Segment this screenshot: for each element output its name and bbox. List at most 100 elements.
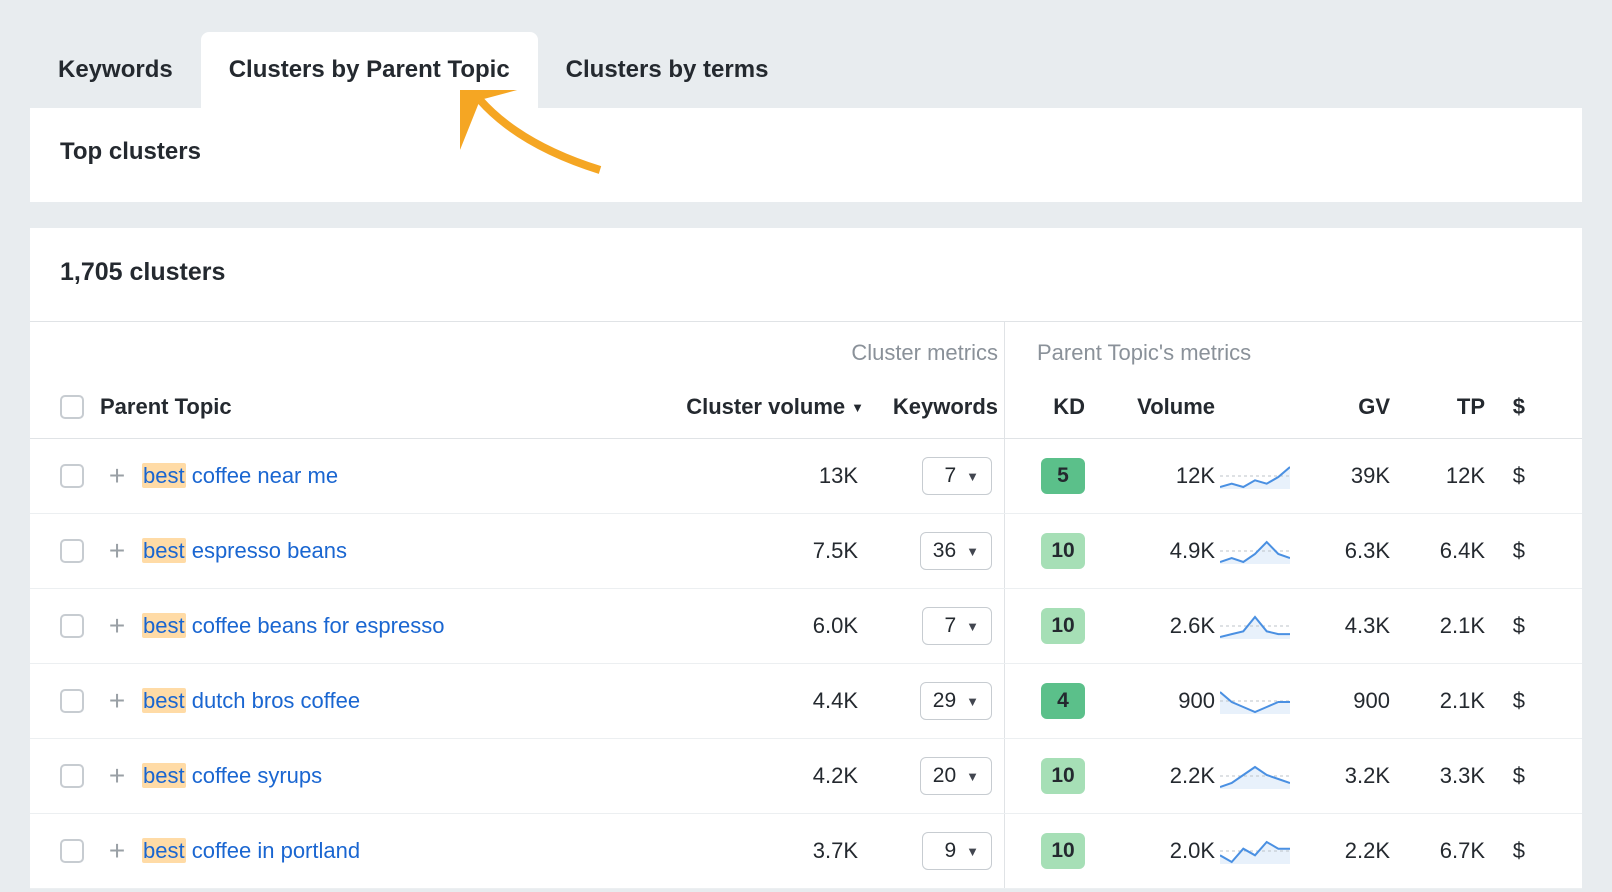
volume-value: 2.0K — [1085, 838, 1215, 864]
keywords-count: 20 — [933, 764, 956, 788]
keywords-dropdown[interactable]: 36▼ — [920, 532, 992, 570]
col-keywords[interactable]: Keywords — [864, 394, 1004, 420]
sort-desc-icon: ▼ — [851, 400, 864, 415]
tp-value: 6.7K — [1390, 838, 1485, 864]
keywords-dropdown[interactable]: 7▼ — [922, 607, 992, 645]
row-checkbox[interactable] — [60, 689, 84, 713]
parent-topic-link[interactable]: best coffee in portland — [142, 838, 360, 863]
kd-badge: 10 — [1041, 608, 1085, 644]
expand-icon[interactable]: + — [109, 837, 125, 865]
cpc-value: $ — [1485, 688, 1525, 714]
keywords-dropdown[interactable]: 7▼ — [922, 457, 992, 495]
tp-value: 3.3K — [1390, 763, 1485, 789]
expand-icon[interactable]: + — [109, 762, 125, 790]
panel-gap — [0, 202, 1612, 228]
kd-badge: 10 — [1041, 533, 1085, 569]
top-clusters-panel: Top clusters — [30, 108, 1582, 202]
cpc-value: $ — [1485, 763, 1525, 789]
gv-value: 3.2K — [1295, 763, 1390, 789]
keywords-dropdown[interactable]: 20 ▼ — [920, 757, 992, 795]
expand-icon[interactable]: + — [109, 537, 125, 565]
row-checkbox[interactable] — [60, 839, 84, 863]
select-all-checkbox[interactable] — [60, 395, 84, 419]
keywords-count: 36 — [933, 539, 956, 563]
parent-topic-link[interactable]: best coffee beans for espresso — [142, 613, 444, 638]
group-label-cluster-metrics: Cluster metrics — [60, 340, 1004, 366]
keywords-dropdown[interactable]: 9▼ — [922, 832, 992, 870]
col-kd[interactable]: KD — [1005, 394, 1085, 420]
cpc-value: $ — [1485, 538, 1525, 564]
row-checkbox[interactable] — [60, 764, 84, 788]
gv-value: 39K — [1295, 463, 1390, 489]
tab-clusters-parent-topic[interactable]: Clusters by Parent Topic — [201, 32, 538, 108]
parent-topic-link[interactable]: best dutch bros coffee — [142, 688, 360, 713]
volume-value: 900 — [1085, 688, 1215, 714]
cpc-value: $ — [1485, 463, 1525, 489]
cluster-volume-value: 3.7K — [638, 838, 858, 864]
keywords-count: 7 — [944, 614, 956, 638]
tab-keywords[interactable]: Keywords — [30, 32, 201, 108]
kd-badge: 10 — [1041, 758, 1085, 794]
chevron-down-icon: ▼ — [966, 694, 979, 709]
keywords-dropdown[interactable]: 29▼ — [920, 682, 992, 720]
table-row: +best dutch bros coffee4.4K29▼49009002.1… — [30, 664, 1582, 739]
expand-icon[interactable]: + — [109, 462, 125, 490]
volume-sparkline — [1215, 688, 1295, 714]
expand-icon[interactable]: + — [109, 687, 125, 715]
volume-value: 2.2K — [1085, 763, 1215, 789]
highlight-term: best — [142, 688, 186, 713]
volume-sparkline — [1215, 538, 1295, 564]
col-tp[interactable]: TP — [1390, 394, 1485, 420]
volume-value: 2.6K — [1085, 613, 1215, 639]
table-row: +best coffee in portland3.7K9▼102.0K2.2K… — [30, 814, 1582, 889]
volume-sparkline — [1215, 613, 1295, 639]
chevron-down-icon: ▼ — [966, 769, 979, 784]
cluster-volume-value: 13K — [638, 463, 858, 489]
cluster-volume-value: 7.5K — [638, 538, 858, 564]
volume-sparkline — [1215, 838, 1295, 864]
highlight-term: best — [142, 763, 186, 788]
tab-clusters-terms[interactable]: Clusters by terms — [538, 32, 797, 108]
highlight-term: best — [142, 613, 186, 638]
col-volume[interactable]: Volume — [1085, 394, 1215, 420]
chevron-down-icon: ▼ — [966, 469, 979, 484]
parent-topic-link[interactable]: best coffee near me — [142, 463, 338, 488]
volume-value: 12K — [1085, 463, 1215, 489]
group-label-parent-metrics: Parent Topic's metrics — [1005, 340, 1251, 366]
highlight-term: best — [142, 838, 186, 863]
parent-topic-link[interactable]: best espresso beans — [142, 538, 347, 563]
row-checkbox[interactable] — [60, 464, 84, 488]
col-cluster-volume-label: Cluster volume — [686, 394, 845, 420]
expand-icon[interactable]: + — [109, 612, 125, 640]
col-cpc[interactable]: $ — [1485, 394, 1525, 420]
col-cluster-volume[interactable]: Cluster volume ▼ — [644, 394, 864, 420]
cpc-value: $ — [1485, 613, 1525, 639]
tp-value: 2.1K — [1390, 688, 1485, 714]
table-row: +best espresso beans7.5K36▼104.9K6.3K6.4… — [30, 514, 1582, 589]
keywords-count: 7 — [944, 464, 956, 488]
clusters-count: 1,705 clusters — [60, 258, 1552, 287]
tp-value: 6.4K — [1390, 538, 1485, 564]
volume-sparkline — [1215, 463, 1295, 489]
kd-badge: 5 — [1041, 458, 1085, 494]
parent-topic-link[interactable]: best coffee syrups — [142, 763, 322, 788]
gv-value: 6.3K — [1295, 538, 1390, 564]
gv-value: 900 — [1295, 688, 1390, 714]
section-title: Top clusters — [60, 138, 1552, 166]
tabs-bar: Keywords Clusters by Parent Topic Cluste… — [0, 0, 1612, 108]
table-row: +best coffee beans for espresso6.0K7▼102… — [30, 589, 1582, 664]
col-gv[interactable]: GV — [1295, 394, 1390, 420]
col-parent-topic[interactable]: Parent Topic — [100, 394, 644, 420]
table-row: +best coffee syrups4.2K20▼102.2K3.2K3.3K… — [30, 739, 1582, 814]
cluster-volume-value: 4.4K — [638, 688, 858, 714]
gv-value: 2.2K — [1295, 838, 1390, 864]
chevron-down-icon: ▼ — [966, 619, 979, 634]
table-header: Cluster metrics Parent Topic Cluster vol… — [30, 322, 1582, 439]
tp-value: 2.1K — [1390, 613, 1485, 639]
volume-sparkline — [1215, 763, 1295, 789]
clusters-count-bar: 1,705 clusters — [30, 228, 1582, 322]
row-checkbox[interactable] — [60, 539, 84, 563]
kd-badge: 4 — [1041, 683, 1085, 719]
highlight-term: best — [142, 463, 186, 488]
row-checkbox[interactable] — [60, 614, 84, 638]
